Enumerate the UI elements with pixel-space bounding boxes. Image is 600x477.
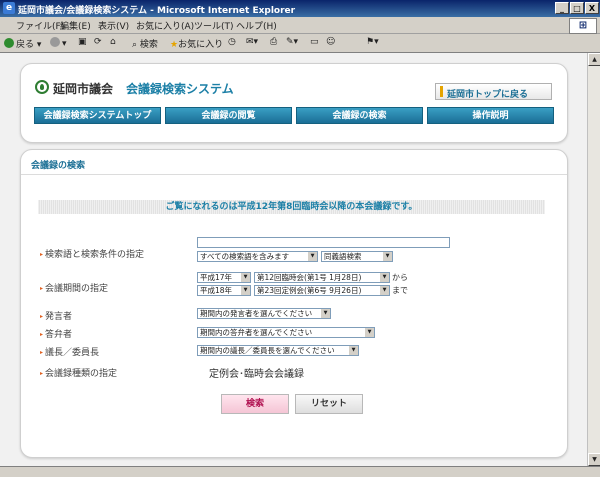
keyword-input[interactable] — [197, 237, 450, 248]
messenger-icon[interactable]: ☺ — [326, 37, 335, 47]
page-viewport: 延岡市議会 会議録検索システム 延岡市トップに戻る 会議録検索システムトップ 会… — [0, 53, 600, 466]
city-top-link[interactable]: 延岡市トップに戻る — [435, 83, 552, 100]
speaker-label: 発言者 — [40, 309, 72, 322]
window-title: 延岡市議会/会議録検索システム - Microsoft Internet Exp… — [18, 6, 296, 16]
favorites-button[interactable]: ★お気に入り — [170, 37, 223, 50]
status-bar — [0, 466, 600, 477]
keyword-label: 検索語と検索条件の指定 — [40, 247, 144, 260]
from-year-select[interactable]: 平成17年 ▼ — [197, 272, 251, 283]
search-icon: ⌕ — [132, 40, 138, 50]
menu-favorites[interactable]: お気に入り(A) — [136, 19, 194, 32]
menu-view[interactable]: 表示(V) — [98, 19, 129, 32]
menu-file[interactable]: ファイル(F) — [16, 19, 64, 32]
section-divider — [21, 174, 567, 175]
search-button[interactable]: ⌕ 検索 — [132, 37, 158, 50]
chevron-down-icon: ▼ — [383, 252, 392, 261]
to-year-select[interactable]: 平成18年 ▼ — [197, 285, 251, 296]
windows-logo-icon: ⊞ — [569, 18, 597, 34]
nav-system-top[interactable]: 会議録検索システムトップ — [34, 107, 161, 124]
to-suffix: まで — [392, 286, 408, 295]
forward-button[interactable]: ▾ — [50, 37, 67, 49]
minimize-button[interactable]: _ — [555, 2, 569, 14]
scroll-down-icon[interactable]: ▼ — [588, 453, 600, 466]
maximize-button[interactable]: □ — [570, 2, 584, 14]
chevron-down-icon: ▼ — [241, 286, 250, 295]
stop-icon[interactable]: ▣ — [78, 37, 87, 47]
chair-label: 議長／委員長 — [40, 345, 99, 358]
home-icon[interactable]: ⌂ — [110, 37, 116, 47]
section-title: 会議録の検索 — [31, 161, 86, 171]
site-header: 延岡市議会 会議録検索システム 延岡市トップに戻る 会議録検索システムトップ 会… — [20, 63, 568, 143]
type-value: 定例会･臨時会会議録 — [209, 369, 304, 380]
menu-bar: ファイル(F) 編集(E) 表示(V) お気に入り(A) ツール(T) ヘルプ(… — [0, 17, 600, 34]
chevron-down-icon: ▼ — [380, 286, 389, 295]
chevron-down-icon: ▼ — [321, 309, 330, 318]
answerer-label: 答弁者 — [40, 327, 72, 340]
type-label: 会議録種類の指定 — [40, 366, 117, 379]
star-icon: ★ — [170, 40, 179, 50]
scroll-up-icon[interactable]: ▲ — [588, 53, 600, 66]
synonym-select[interactable]: 同義語検索 ▼ — [321, 251, 393, 262]
nav-search[interactable]: 会議録の検索 — [296, 107, 423, 124]
refresh-icon[interactable]: ⟳ — [94, 37, 102, 47]
back-button[interactable]: 戻る ▾ — [4, 37, 41, 50]
edit-icon[interactable]: ✎▾ — [286, 37, 298, 47]
notice-banner: ご覧になれるのは平成12年第8回臨時会以降の本会議録です。 — [38, 200, 545, 214]
menu-tools[interactable]: ツール(T) — [194, 19, 234, 32]
research-icon[interactable]: ⚑▾ — [366, 37, 379, 47]
answerer-select[interactable]: 期間内の答弁者を選んでください ▼ — [197, 327, 375, 338]
vertical-scrollbar[interactable]: ▲ ▼ — [587, 53, 600, 466]
chevron-down-icon: ▼ — [365, 328, 374, 337]
nav-help[interactable]: 操作説明 — [427, 107, 554, 124]
link-marker-icon — [440, 86, 443, 97]
menu-help[interactable]: ヘルプ(H) — [236, 19, 277, 32]
close-button[interactable]: X — [585, 2, 599, 14]
back-arrow-icon — [4, 38, 14, 48]
to-session-select[interactable]: 第23回定例会(第6号 9月26日) ▼ — [254, 285, 390, 296]
chevron-down-icon: ▼ — [308, 252, 317, 261]
menu-edit[interactable]: 編集(E) — [60, 19, 91, 32]
from-suffix: から — [392, 273, 408, 282]
page-background: 延岡市議会 会議録検索システム 延岡市トップに戻る 会議録検索システムトップ 会… — [0, 53, 587, 466]
browser-toolbar: 戻る ▾ ▾ ▣ ⟳ ⌂ ⌕ 検索 ★お気に入り ◷ ✉▾ ⎙ ✎▾ ▭ ☺ ⚑… — [0, 34, 600, 53]
nav-browse[interactable]: 会議録の閲覧 — [165, 107, 292, 124]
discuss-icon[interactable]: ▭ — [310, 37, 319, 47]
ie-icon: e — [3, 2, 15, 14]
forward-arrow-icon — [50, 37, 60, 47]
system-name: 会議録検索システム — [126, 82, 234, 96]
print-icon[interactable]: ⎙ — [270, 37, 277, 47]
chevron-down-icon: ▼ — [349, 346, 358, 355]
chair-select[interactable]: 期間内の議長／委員長を選んでください ▼ — [197, 345, 359, 356]
search-panel: 会議録の検索 ご覧になれるのは平成12年第8回臨時会以降の本会議録です。 検索語… — [20, 149, 568, 458]
history-icon[interactable]: ◷ — [228, 37, 236, 47]
site-name: 延岡市議会 — [53, 82, 114, 96]
period-label: 会議期間の指定 — [40, 281, 108, 294]
city-emblem-icon — [35, 80, 49, 94]
mail-icon[interactable]: ✉▾ — [246, 37, 258, 47]
chevron-down-icon: ▼ — [380, 273, 389, 282]
window-titlebar: e 延岡市議会/会議録検索システム - Microsoft Internet E… — [0, 0, 600, 17]
search-submit-button[interactable]: 検索 — [221, 394, 289, 414]
from-session-select[interactable]: 第12回臨時会(第1号 1月28日) ▼ — [254, 272, 390, 283]
speaker-select[interactable]: 期間内の発言者を選んでください ▼ — [197, 308, 331, 319]
reset-button[interactable]: リセット — [295, 394, 363, 414]
chevron-down-icon: ▼ — [241, 273, 250, 282]
condition-select[interactable]: すべての検索語を含みます ▼ — [197, 251, 318, 262]
